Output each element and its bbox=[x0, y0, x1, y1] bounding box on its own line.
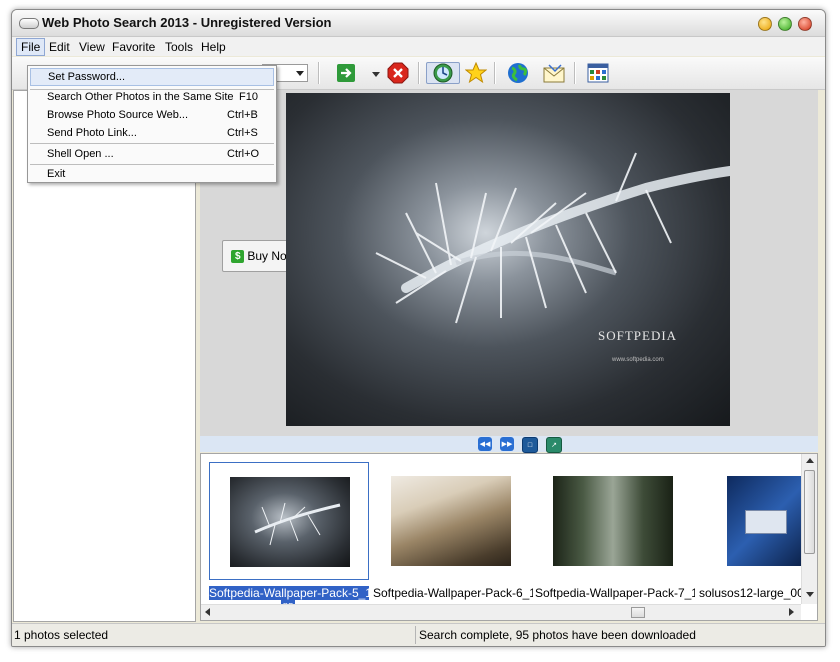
dollar-icon: $ bbox=[231, 249, 245, 263]
menu-view[interactable]: View bbox=[75, 39, 109, 55]
status-bar: 1 photos selected Search complete, 95 ph… bbox=[12, 623, 825, 646]
preview-nav-bar: ◀◀ ▶▶ □ ↗ bbox=[200, 436, 818, 453]
menu-bar: File Edit View Favorite Tools Help bbox=[12, 37, 825, 56]
toolbar-separator bbox=[318, 62, 320, 84]
thumbnail-image bbox=[553, 476, 673, 566]
menu-separator bbox=[30, 143, 274, 144]
watermark-text: SOFTPEDIA bbox=[598, 328, 678, 343]
menu-item-send-photo-link[interactable]: Send Photo Link... Ctrl+S bbox=[30, 125, 274, 143]
title-bar[interactable]: Web Photo Search 2013 - Unregistered Ver… bbox=[12, 10, 825, 37]
menu-item-exit[interactable]: Exit bbox=[30, 166, 274, 184]
menu-item-shell-open[interactable]: Shell Open ... Ctrl+O bbox=[30, 146, 274, 164]
horizontal-scroll-thumb[interactable] bbox=[631, 607, 645, 618]
thumbnail-item[interactable] bbox=[697, 462, 817, 580]
thumbnail-horizontal-scrollbar[interactable] bbox=[201, 604, 801, 620]
favorite-star-icon[interactable] bbox=[464, 62, 488, 84]
status-separator bbox=[415, 626, 416, 644]
go-arrow-icon[interactable] bbox=[334, 62, 358, 84]
thumbnail-grid-icon[interactable] bbox=[586, 62, 610, 84]
window-system-icon[interactable] bbox=[19, 18, 39, 29]
close-button[interactable] bbox=[798, 17, 812, 31]
thumbnail-item[interactable] bbox=[209, 462, 369, 580]
preview-image: SOFTPEDIA www.softpedia.com bbox=[286, 93, 730, 426]
next-photo-icon[interactable]: ▶▶ bbox=[500, 437, 514, 451]
go-dropdown-arrow-icon[interactable] bbox=[372, 72, 380, 77]
fit-to-window-icon[interactable]: □ bbox=[522, 437, 538, 453]
watermark-url: www.softpedia.com bbox=[612, 357, 664, 363]
scroll-up-icon[interactable] bbox=[806, 458, 814, 463]
menu-edit[interactable]: Edit bbox=[45, 39, 74, 55]
menu-separator bbox=[30, 164, 274, 165]
email-icon[interactable] bbox=[542, 62, 566, 84]
thumbnail-panel: Softpedia-Wallpaper-Pack-5_1.jpg pg Soft… bbox=[200, 453, 818, 621]
menu-tools[interactable]: Tools bbox=[161, 39, 197, 55]
thumbnail-label[interactable]: Softpedia-Wallpaper-Pack-5_1.jpg bbox=[209, 586, 369, 600]
thumbnail-label[interactable]: Softpedia-Wallpaper-Pack-7_1.jpg bbox=[535, 586, 695, 600]
thumbnail-label[interactable]: solusos12-large_001 bbox=[699, 586, 803, 600]
previous-photo-icon[interactable]: ◀◀ bbox=[478, 437, 492, 451]
thumbnail-item[interactable] bbox=[533, 462, 693, 580]
thumbnail-image bbox=[727, 476, 807, 566]
toolbar-separator bbox=[418, 62, 420, 84]
stop-icon[interactable] bbox=[386, 62, 410, 84]
app-window: Web Photo Search 2013 - Unregistered Ver… bbox=[11, 9, 826, 647]
menu-item-set-password[interactable]: Set Password... bbox=[30, 68, 274, 86]
maximize-button[interactable] bbox=[778, 17, 792, 31]
full-size-icon[interactable]: ↗ bbox=[546, 437, 562, 453]
toolbar-separator bbox=[574, 62, 576, 84]
menu-favorite[interactable]: Favorite bbox=[108, 39, 159, 55]
menu-item-browse-photo-source[interactable]: Browse Photo Source Web... Ctrl+B bbox=[30, 107, 274, 125]
thumbnail-image bbox=[391, 476, 511, 566]
scroll-right-icon[interactable] bbox=[789, 608, 794, 616]
vertical-scroll-thumb[interactable] bbox=[804, 470, 815, 554]
combo-arrow-icon bbox=[296, 71, 304, 76]
photo-preview: $ Buy Now! SOFTPEDIA www.softpedia.com bbox=[200, 90, 818, 436]
menu-file[interactable]: File bbox=[16, 38, 46, 56]
frost-branch-graphic bbox=[375, 152, 730, 324]
toolbar-separator bbox=[494, 62, 496, 84]
file-menu-dropdown: Set Password... Search Other Photos in t… bbox=[27, 65, 277, 183]
globe-icon[interactable] bbox=[506, 62, 530, 84]
thumbnail-label[interactable]: Softpedia-Wallpaper-Pack-6_1.jpg bbox=[373, 586, 533, 600]
status-message: Search complete, 95 photos have been dow… bbox=[419, 628, 696, 642]
thumbnail-vertical-scrollbar[interactable] bbox=[801, 454, 817, 604]
menu-help[interactable]: Help bbox=[197, 39, 230, 55]
window-title: Web Photo Search 2013 - Unregistered Ver… bbox=[42, 15, 332, 30]
scroll-down-icon[interactable] bbox=[806, 592, 814, 597]
minimize-button[interactable] bbox=[758, 17, 772, 31]
refresh-icon[interactable] bbox=[426, 62, 460, 84]
status-selection: 1 photos selected bbox=[14, 628, 109, 642]
thumbnail-image bbox=[230, 477, 350, 567]
scroll-left-icon[interactable] bbox=[205, 608, 210, 616]
menu-item-search-other-photos[interactable]: Search Other Photos in the Same Site F10 bbox=[30, 89, 274, 107]
thumbnail-item[interactable] bbox=[371, 462, 531, 580]
